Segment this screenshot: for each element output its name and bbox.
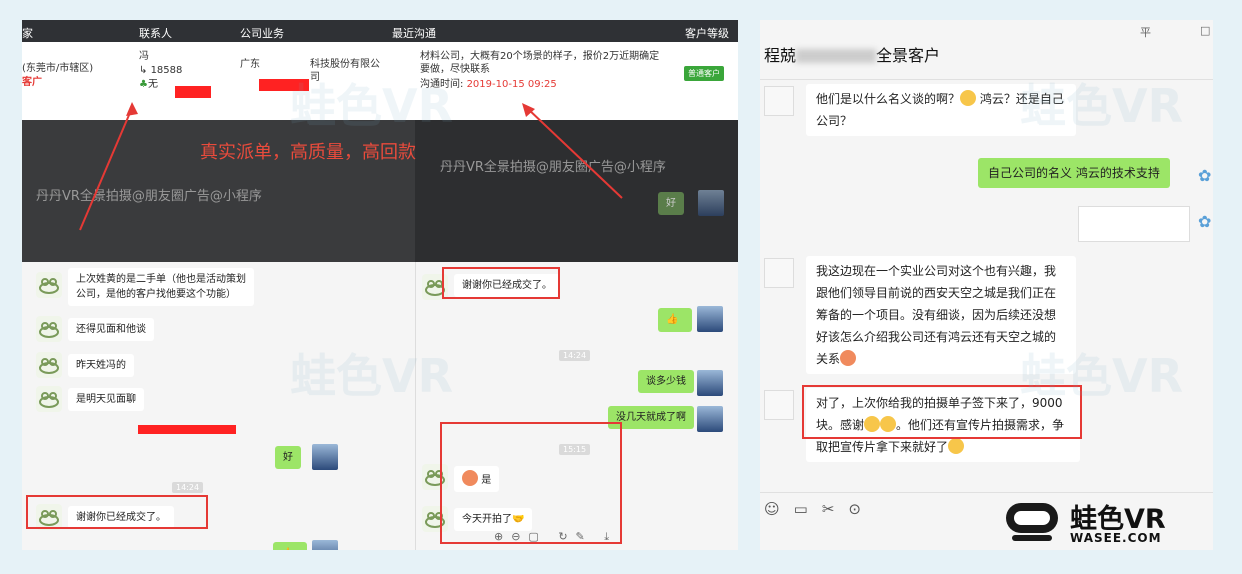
emoji-icon: [840, 350, 857, 366]
grin-emoji-icon: [960, 90, 977, 106]
annotation-arrows: [79, 102, 623, 231]
emoji-button-icon[interactable]: ☺: [764, 500, 794, 518]
my-avatar-icon: ✿: [1198, 212, 1212, 231]
contact-avatar: [764, 390, 794, 420]
input-divider: [760, 492, 1213, 493]
maximize-button[interactable]: □: [1200, 24, 1210, 37]
logo-mark-icon: [1006, 503, 1058, 541]
my-avatar-icon: ✿: [1198, 166, 1212, 185]
pin-button[interactable]: 平: [1140, 24, 1151, 40]
contact-avatar: [764, 86, 794, 116]
contact-avatar: [764, 258, 794, 288]
highlight-box: [802, 385, 1082, 439]
crm-chat-panel: 家 联系人 公司业务 最近沟通 客户等级 (东莞市/市辖区) 客广 冯 ↳ 18…: [22, 20, 738, 550]
right-msg-2: 自己公司的名义 鸿云的技术支持: [978, 158, 1170, 188]
input-toolbar[interactable]: ☺▭✂⊙: [764, 500, 875, 518]
wechat-title-bar: 程兢 全景客户 平 □: [760, 20, 1213, 80]
right-msg-3: 我这边现在一个实业公司对这个也有兴趣，我跟他们领导目前说的西安天空之城是我们正在…: [806, 256, 1076, 374]
image-message[interactable]: [1078, 206, 1190, 242]
scissors-icon[interactable]: ✂: [822, 500, 849, 518]
smile-emoji-icon: [948, 438, 965, 454]
chat-title: 程兢 全景客户: [764, 46, 941, 65]
wasee-logo: 蛙色VR WASEE.COM: [1002, 497, 1207, 547]
folder-icon[interactable]: ▭: [794, 500, 822, 518]
right-msg-1: 他们是以什么名义谈的啊？ 鸿云？还是自己公司？: [806, 84, 1076, 136]
chat-bubble-icon[interactable]: ⊙: [848, 500, 875, 518]
blurred-name: [796, 49, 877, 63]
logo-en: WASEE.COM: [1070, 531, 1162, 545]
wechat-window: 程兢 全景客户 平 □ 他们是以什么名义谈的啊？ 鸿云？还是自己公司？ 自己公司的…: [760, 20, 1213, 550]
